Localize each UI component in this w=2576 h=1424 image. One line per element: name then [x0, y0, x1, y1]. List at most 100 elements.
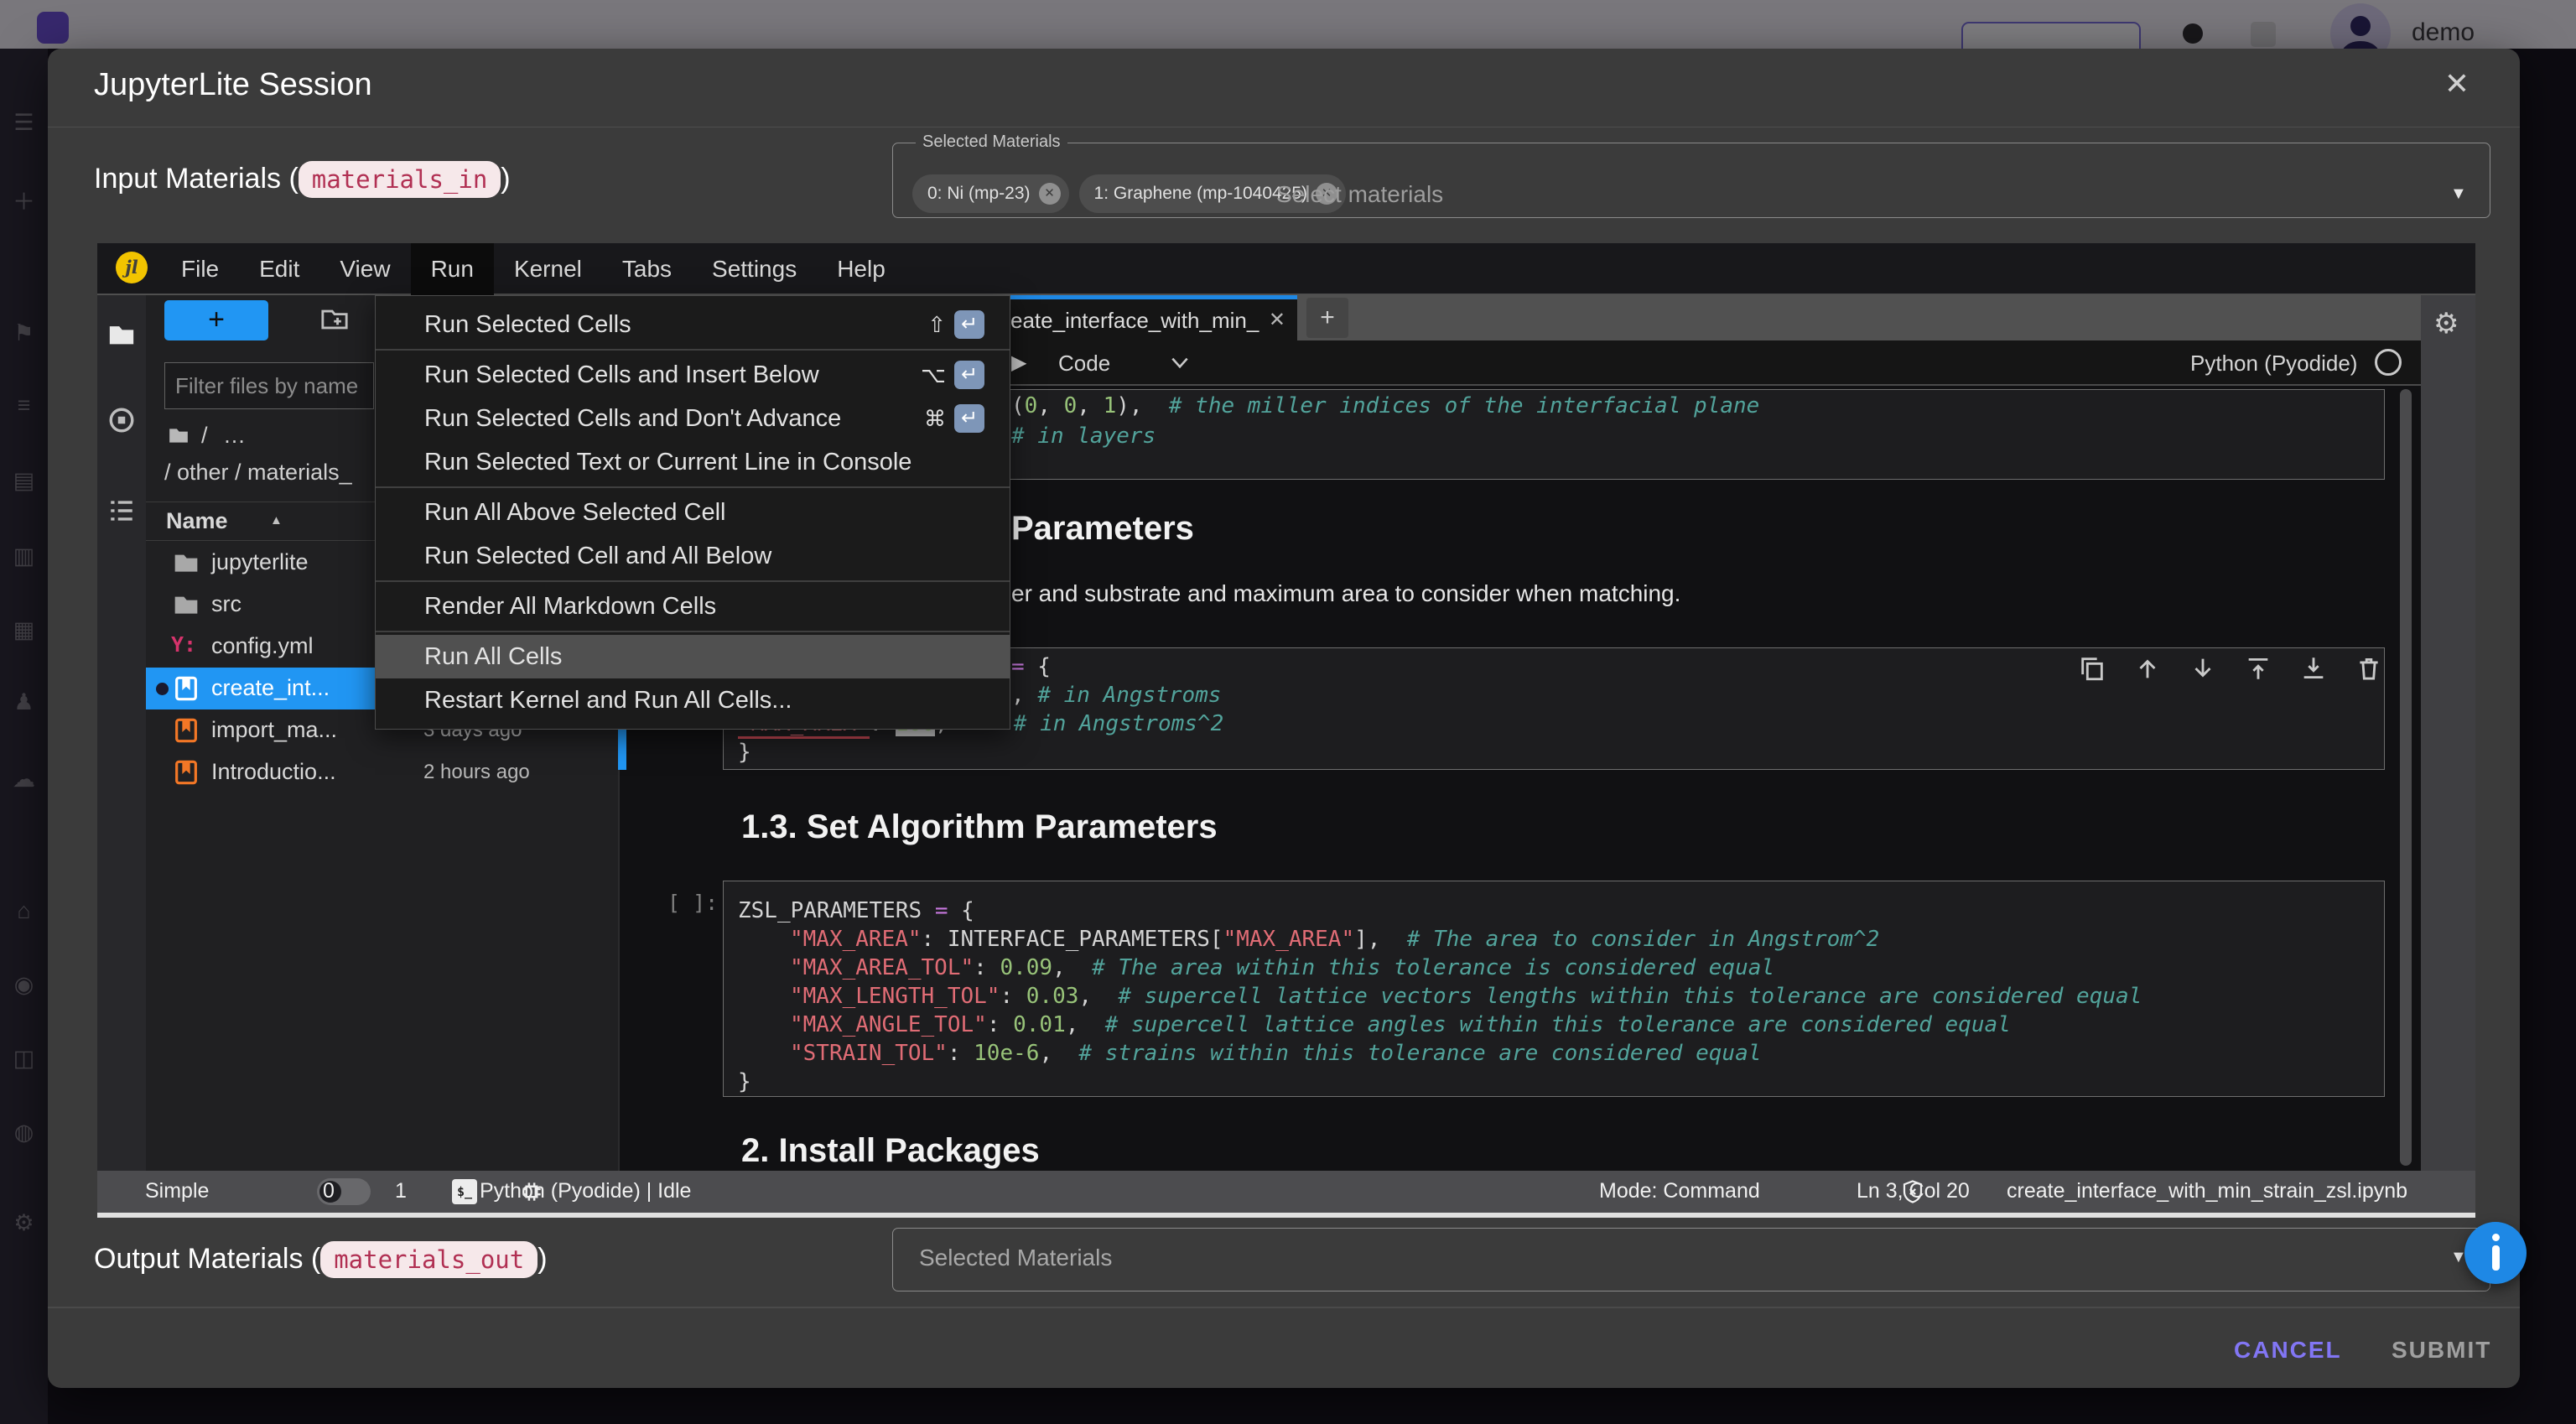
menubar-item-edit[interactable]: Edit: [239, 243, 319, 295]
menubar-item-help[interactable]: Help: [817, 243, 906, 295]
menu-item-label: Run Selected Cells and Don't Advance: [424, 405, 841, 432]
new-folder-icon[interactable]: [319, 305, 351, 334]
menubar-item-tabs[interactable]: Tabs: [602, 243, 692, 295]
jupyterlite-logo-icon: jl: [116, 252, 148, 283]
menu-item[interactable]: Run Selected Cell and All Below: [376, 534, 1010, 578]
menubar-item-view[interactable]: View: [319, 243, 410, 295]
sort-ascending-icon[interactable]: ▲: [270, 513, 283, 528]
info-button[interactable]: [2464, 1222, 2527, 1284]
run-menu: Run Selected Cells ⇧ ↵ Run Selected Cells a…: [375, 295, 1010, 730]
input-materials-label: Input Materials (materials_in): [94, 163, 511, 195]
code-line: "MAX_AREA_TOL": 0.09, # The area within …: [790, 954, 1774, 982]
move-down-icon[interactable]: [2189, 654, 2217, 683]
materials-out-badge: materials_out: [320, 1241, 538, 1278]
filter-files-input[interactable]: Filter files by name: [164, 362, 374, 409]
file-name: config.yml: [211, 633, 314, 659]
cell-type-dropdown[interactable]: Code: [1058, 351, 1110, 377]
menubar-item-settings[interactable]: Settings: [692, 243, 817, 295]
running-kernels-tab-icon[interactable]: [107, 406, 136, 434]
file-name: import_ma...: [211, 717, 337, 743]
screen: demo ☰＋⚑≡▤▥▦♟☁⌂◉◫◍⚙ JupyterLite Session …: [0, 0, 2576, 1424]
menu-divider: [376, 631, 1010, 632]
notebook-tab[interactable]: eate_interface_with_min_ ✕: [985, 295, 1297, 340]
menu-item-label: Run Selected Cells and Insert Below: [424, 361, 819, 388]
insert-below-icon[interactable]: [2299, 654, 2328, 683]
table-of-contents-tab-icon[interactable]: [107, 496, 136, 525]
jupyter-menu-items: FileEditViewRunKernelTabsSettingsHelp: [161, 243, 906, 295]
output-materials-dropdown[interactable]: [892, 1228, 2490, 1291]
insert-above-icon[interactable]: [2244, 654, 2272, 683]
notebook-tab-title: eate_interface_with_min_: [1010, 308, 1259, 334]
code-line: # in layers: [1011, 422, 1156, 450]
menu-item-label: Run Selected Cells: [424, 311, 631, 338]
kernel-status-text[interactable]: Python (Pyodide) | Idle: [480, 1179, 691, 1203]
kernel-running-dot: [156, 683, 169, 695]
menu-item[interactable]: Restart Kernel and Run All Cells...: [376, 678, 1010, 722]
close-tab-icon[interactable]: ✕: [1269, 308, 1285, 332]
submit-button[interactable]: SUBMIT: [2381, 1330, 2501, 1370]
section-heading-1-3: 1.3. Set Algorithm Parameters: [741, 808, 1218, 846]
section-heading-2: 2. Install Packages: [741, 1132, 1040, 1170]
material-chip[interactable]: 0: Ni (mp-23)✕: [912, 174, 1069, 213]
menu-item-label: Restart Kernel and Run All Cells...: [424, 687, 792, 714]
code-line: "MAX_ANGLE_TOL": 0.01, # supercell latti…: [790, 1011, 2011, 1039]
new-tab-button[interactable]: +: [1306, 298, 1348, 338]
output-materials-prefix: Output Materials (: [94, 1243, 320, 1275]
file-name: create_int...: [211, 675, 330, 701]
code-line: "MAX_LENGTH_TOL": 0.03, # supercell latt…: [790, 982, 2142, 1011]
delete-cell-icon[interactable]: [2355, 654, 2383, 683]
duplicate-cell-icon[interactable]: [2078, 654, 2106, 683]
notebook-file-icon: [173, 759, 200, 786]
move-up-icon[interactable]: [2133, 654, 2162, 683]
return-key-icon: ↵: [954, 310, 984, 339]
section-paragraph: er and substrate and maximum area to con…: [1011, 580, 1680, 607]
terminal-icon: $_: [452, 1179, 477, 1204]
menu-item[interactable]: Run All Cells: [376, 635, 1010, 678]
input-materials-suffix: ): [501, 163, 510, 195]
modifier-key-icon: ⇧: [927, 303, 946, 346]
menu-divider: [376, 580, 1010, 582]
cursor-position[interactable]: Ln 3, Col 20: [1857, 1179, 1970, 1203]
menu-item[interactable]: Run Selected Cells ⇧ ↵: [376, 303, 1010, 346]
jupyter-activity-bar: [97, 295, 146, 1171]
menu-divider: [376, 349, 1010, 351]
select-materials-placeholder[interactable]: Select materials: [1276, 181, 1443, 208]
new-launcher-button[interactable]: +: [164, 300, 268, 340]
cancel-button[interactable]: CANCEL: [2224, 1330, 2352, 1370]
kernel-status-icon[interactable]: [2375, 349, 2402, 376]
close-icon[interactable]: ✕: [2437, 64, 2477, 104]
chevron-down-icon[interactable]: [1169, 356, 1191, 371]
menubar-item-file[interactable]: File: [161, 243, 239, 295]
menu-item[interactable]: Run All Above Selected Cell: [376, 491, 1010, 534]
simple-mode-label: Simple: [145, 1179, 209, 1203]
modifier-key-icon: ⌥: [921, 353, 946, 397]
run-cell-icon[interactable]: ▶: [1011, 351, 1026, 375]
file-browser-tab-icon[interactable]: [107, 320, 136, 349]
menubar-item-kernel[interactable]: Kernel: [494, 243, 602, 295]
jupyter-statusbar: Simple 0 $_ 1 Python (Pyodide) | Idle Mo…: [97, 1171, 2475, 1213]
code-line: }: [738, 738, 751, 767]
menu-item[interactable]: Run Selected Text or Current Line in Con…: [376, 440, 1010, 484]
menu-item[interactable]: Run Selected Cells and Insert Below⌥↵: [376, 353, 1010, 397]
return-key-icon: ↵: [954, 361, 984, 389]
notebook-scrollbar[interactable]: [2400, 389, 2412, 1166]
menu-shortcut: ⌥↵: [921, 353, 984, 397]
menubar-item-run[interactable]: Run: [411, 243, 494, 295]
file-row[interactable]: Introductio...2 hours ago: [146, 751, 618, 793]
chevron-down-icon[interactable]: ▼: [2450, 184, 2467, 204]
code-line: }: [738, 1068, 751, 1096]
remove-chip-icon[interactable]: ✕: [1039, 183, 1061, 205]
menu-item[interactable]: Render All Markdown Cells: [376, 585, 1010, 628]
gear-icon[interactable]: ⚙: [2433, 307, 2459, 340]
kernel-name[interactable]: Python (Pyodide): [2190, 351, 2357, 377]
material-chip-label: 1: Graphene (mp-1040425): [1094, 184, 1308, 204]
breadcrumb-ellipsis[interactable]: …: [223, 423, 247, 449]
breadcrumb-separator: /: [201, 423, 208, 449]
menu-item[interactable]: Run Selected Cells and Don't Advance⌘↵: [376, 397, 1010, 440]
selected-materials-legend: Selected Materials: [916, 133, 1067, 152]
name-column-header[interactable]: Name: [166, 508, 228, 534]
statusbar-filename: create_interface_with_min_strain_zsl.ipy…: [2007, 1179, 2407, 1203]
code-line: ZSL_PARAMETERS = {: [738, 896, 974, 925]
notebook-file-icon: [173, 675, 200, 702]
breadcrumb-home-icon[interactable]: [166, 424, 191, 446]
